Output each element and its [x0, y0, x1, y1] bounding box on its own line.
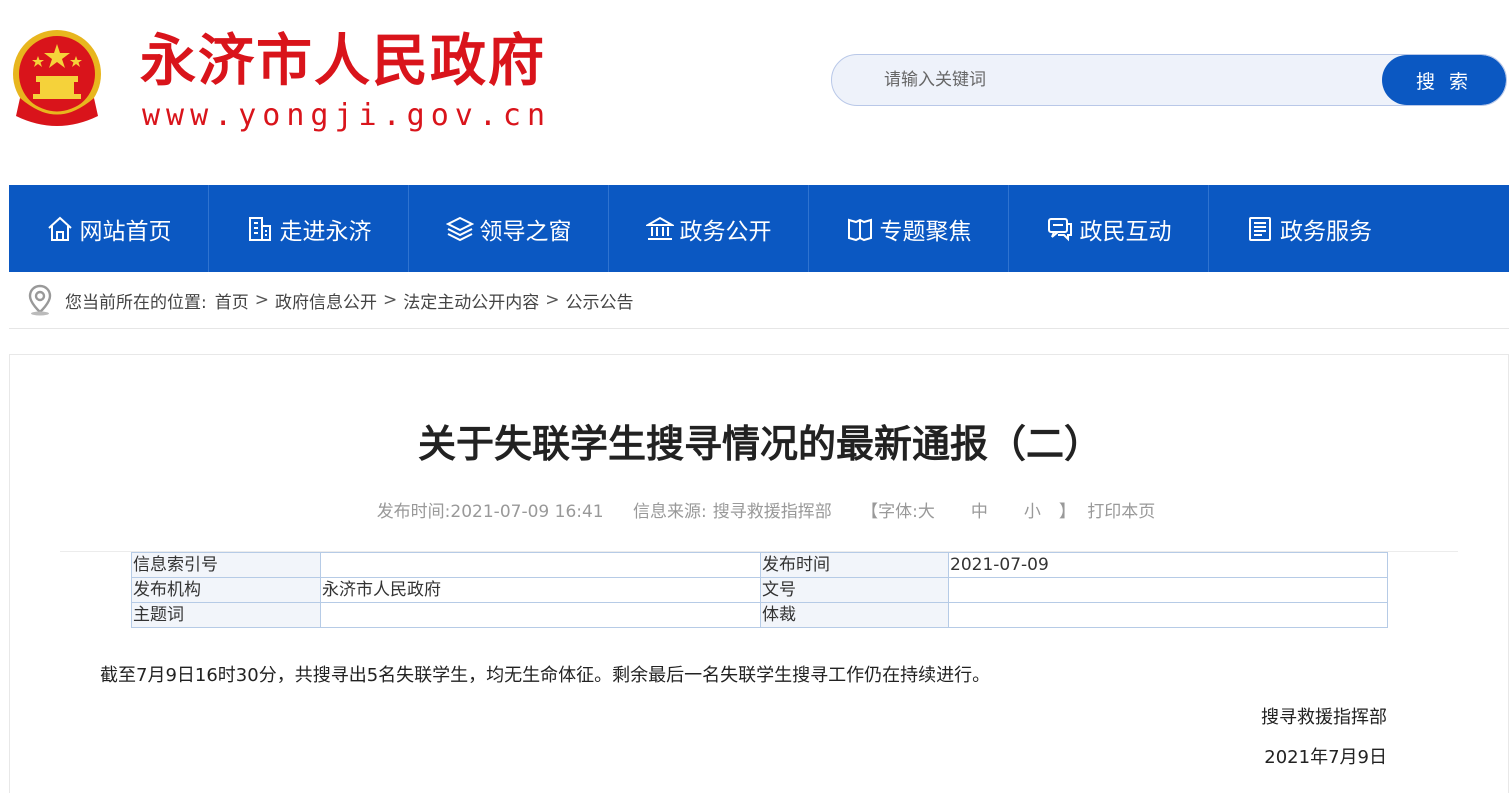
site-url: www.yongji.gov.cn — [142, 98, 552, 133]
nav-item-label: 领导之窗 — [479, 218, 572, 245]
breadcrumb-statutory[interactable]: 法定主动公开内容 — [403, 288, 539, 313]
location-pin-icon — [28, 284, 52, 316]
book-icon — [847, 218, 872, 241]
table-row: 主题词 体裁 — [131, 602, 1388, 628]
font-size-label: 【字体: — [861, 502, 918, 522]
table-cell-label: 信息索引号 — [131, 552, 321, 578]
publish-value: 2021-07-09 16:41 — [450, 502, 604, 522]
document-list-icon — [1249, 216, 1271, 241]
article-meta: 发布时间:2021-07-09 16:41 信息来源: 搜寻救援指挥部 【字体:大… — [10, 497, 1509, 522]
font-size-controls: 【字体:大 中 小】 — [861, 502, 1076, 522]
breadcrumb-separator: > — [545, 290, 560, 310]
article-container: 关于失联学生搜寻情况的最新通报（二） 发布时间:2021-07-09 16:41… — [9, 354, 1509, 793]
nav-item-home[interactable]: 网站首页 — [9, 185, 209, 272]
building-icon — [248, 216, 271, 241]
font-size-large[interactable]: 大 — [918, 502, 935, 522]
table-cell-value — [320, 552, 761, 578]
breadcrumb-home[interactable]: 首页 — [215, 288, 249, 313]
nav-item-label: 政民互动 — [1079, 218, 1172, 245]
table-cell-label: 发布机构 — [131, 577, 321, 603]
table-cell-value — [320, 602, 761, 628]
breadcrumb-announcements[interactable]: 公示公告 — [565, 288, 633, 313]
font-size-medium[interactable]: 中 — [971, 502, 988, 522]
article-title: 关于失联学生搜寻情况的最新通报（二） — [417, 422, 1102, 466]
signature-date: 2021年7月9日 — [1264, 747, 1387, 768]
site-header: 永济市人民政府 www.yongji.gov.cn 搜 索 — [0, 0, 1509, 185]
table-cell-label: 体裁 — [760, 602, 949, 628]
nav-item-topics[interactable]: 专题聚焦 — [809, 185, 1009, 272]
nav-item-label: 走进永济 — [279, 218, 372, 245]
breadcrumb: 您当前所在的位置: 首页 > 政府信息公开 > 法定主动公开内容 > 公示公告 — [9, 272, 1509, 329]
layers-icon — [445, 216, 474, 241]
table-cell-label: 发布时间 — [760, 552, 949, 578]
breadcrumb-separator: > — [254, 290, 269, 310]
publish-time: 发布时间:2021-07-09 16:41 — [377, 502, 604, 522]
site-title[interactable]: 永济市人民政府 — [140, 30, 546, 94]
main-nav: 网站首页 走进永济 领导之窗 政务公开 专题聚焦 政民互动 政务服务 — [9, 185, 1509, 272]
home-icon — [47, 216, 72, 241]
nav-item-interaction[interactable]: 政民互动 — [1009, 185, 1209, 272]
government-building-icon — [645, 216, 674, 240]
nav-item-leaders[interactable]: 领导之窗 — [409, 185, 609, 272]
table-cell-label: 主题词 — [131, 602, 321, 628]
search-button[interactable]: 搜 索 — [1382, 55, 1506, 105]
nav-item-label: 政务公开 — [679, 218, 772, 245]
source-label: 信息来源: — [633, 502, 707, 522]
national-emblem-icon[interactable] — [8, 28, 106, 130]
signature-org: 搜寻救援指挥部 — [1261, 707, 1387, 728]
breadcrumb-prefix: 您当前所在的位置: — [65, 292, 207, 313]
nav-item-about[interactable]: 走进永济 — [209, 185, 409, 272]
search-input[interactable] — [832, 55, 1392, 105]
table-cell-value — [948, 602, 1388, 628]
table-cell-value: 2021-07-09 — [948, 552, 1388, 578]
breadcrumb-separator: > — [382, 290, 398, 310]
font-size-small[interactable]: 小 — [1024, 502, 1041, 522]
nav-item-services[interactable]: 政务服务 — [1209, 185, 1409, 272]
breadcrumb-gov-info[interactable]: 政府信息公开 — [275, 288, 377, 313]
table-cell-value — [948, 577, 1388, 603]
font-size-close: 】 — [1058, 502, 1076, 522]
nav-item-gov-affairs[interactable]: 政务公开 — [609, 185, 809, 272]
article-body: 截至7月9日16时30分，共搜寻出5名失联学生，均无生命体征。剩余最后一名失联学… — [100, 665, 991, 686]
search-box: 搜 索 — [831, 54, 1507, 106]
nav-item-label: 政务服务 — [1280, 218, 1372, 245]
info-table: 信息索引号 发布时间 2021-07-09 发布机构 永济市人民政府 文号 主题… — [131, 552, 1388, 628]
publish-label: 发布时间: — [376, 502, 451, 522]
table-cell-label: 文号 — [760, 577, 949, 603]
info-source: 信息来源: 搜寻救援指挥部 — [633, 502, 832, 522]
table-row: 信息索引号 发布时间 2021-07-09 — [131, 552, 1388, 578]
nav-item-label: 专题聚焦 — [879, 218, 972, 245]
nav-item-label: 网站首页 — [79, 218, 172, 245]
table-cell-value: 永济市人民政府 — [320, 577, 761, 603]
source-value: 搜寻救援指挥部 — [712, 502, 832, 522]
chat-icon — [1047, 217, 1072, 241]
table-row: 发布机构 永济市人民政府 文号 — [131, 577, 1388, 603]
print-page-link[interactable]: 打印本页 — [1087, 502, 1155, 522]
